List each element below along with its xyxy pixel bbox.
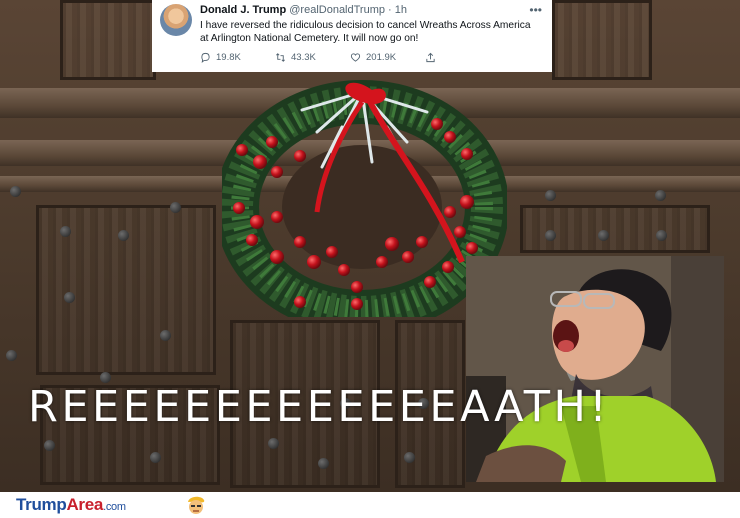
tweet-header: Donald J. Trump @realDonaldTrump · 1h: [200, 4, 407, 16]
door-panel: [552, 0, 652, 80]
door-stud: [44, 440, 55, 451]
share-icon: [426, 52, 435, 63]
logo-text-part2: Area: [66, 495, 104, 514]
door-stud: [118, 230, 129, 241]
reply-icon: [201, 52, 210, 63]
site-logo[interactable]: TrumpArea.com: [16, 495, 126, 515]
door-panel: [520, 205, 710, 253]
tweet-author-name[interactable]: Donald J. Trump: [200, 4, 286, 16]
door-stud: [160, 330, 171, 341]
door-panel: [60, 0, 156, 80]
share-button[interactable]: [425, 52, 500, 63]
retweet-count: 43.3K: [291, 52, 316, 63]
door-stud: [598, 230, 609, 241]
door-stud: [60, 226, 71, 237]
christmas-wreath-illustration: [222, 80, 507, 317]
more-options-icon[interactable]: •••: [529, 3, 542, 17]
screaming-woman-illustration: [466, 256, 724, 482]
reply-count: 19.8K: [216, 52, 241, 63]
meme-caption: REEEEEEEEEEEEEAATH!: [28, 382, 611, 432]
door-stud: [170, 202, 181, 213]
retweet-button[interactable]: 43.3K: [275, 52, 350, 63]
door-stud: [268, 438, 279, 449]
retweet-icon: [276, 53, 285, 62]
mascot-logo-icon: [188, 496, 205, 514]
tweet-card: Donald J. Trump @realDonaldTrump · 1h ••…: [152, 0, 552, 72]
heart-icon: [350, 53, 361, 62]
door-stud: [64, 292, 75, 303]
logo-text-part3: .com: [103, 501, 126, 513]
tweet-handle: @realDonaldTrump · 1h: [289, 4, 408, 16]
footer-bar: TrumpArea.com: [0, 492, 740, 518]
door-stud: [318, 458, 329, 469]
door-stud: [6, 350, 17, 361]
door-stud: [150, 452, 161, 463]
like-button[interactable]: 201.9K: [350, 52, 425, 63]
door-stud: [545, 190, 556, 201]
avatar[interactable]: [160, 4, 192, 36]
door-stud: [545, 230, 556, 241]
door-stud: [404, 452, 415, 463]
like-count: 201.9K: [366, 52, 397, 63]
door-stud: [10, 186, 21, 197]
screaming-woman-photo: [466, 256, 724, 482]
tweet-actions: 19.8K 43.3K 201.9K: [200, 52, 500, 63]
tweet-text: I have reversed the ridiculous decision …: [200, 20, 531, 44]
logo-text-part1: Trump: [16, 495, 67, 514]
reply-button[interactable]: 19.8K: [200, 52, 275, 63]
door-stud: [655, 190, 666, 201]
door-stud: [656, 230, 667, 241]
